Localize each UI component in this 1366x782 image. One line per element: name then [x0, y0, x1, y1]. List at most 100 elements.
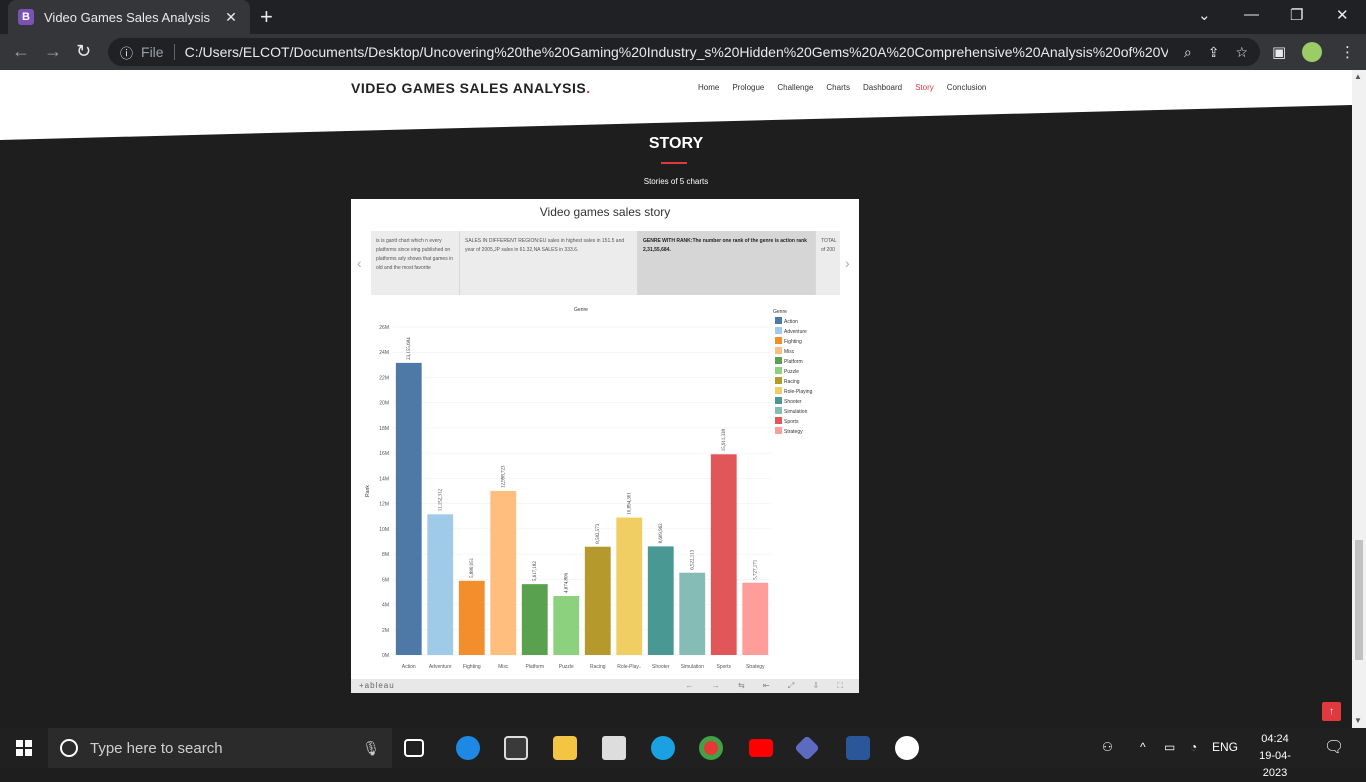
x-tick-label: Racing	[590, 664, 606, 670]
story-prev-icon[interactable]: ‹	[357, 255, 362, 271]
store-icon[interactable]	[504, 736, 528, 760]
clock-time: 04:24	[1261, 733, 1289, 745]
menu-icon[interactable]: ⋮	[1340, 43, 1355, 61]
close-tab-icon[interactable]: ✕	[222, 9, 240, 26]
site-header	[0, 70, 1352, 140]
camera-icon[interactable]	[602, 736, 626, 760]
word-icon[interactable]	[846, 736, 870, 760]
nav-conclusion[interactable]: Conclusion	[947, 83, 987, 92]
scroll-up-icon[interactable]: ▲	[1354, 72, 1362, 81]
y-tick-label: 0M	[382, 653, 389, 659]
app-icon[interactable]	[794, 735, 820, 761]
y-tick-label: 16M	[379, 451, 389, 457]
bar-roleplay	[616, 517, 643, 655]
people-icon[interactable]: ⚇	[1102, 740, 1113, 754]
story-next-icon[interactable]: ›	[845, 255, 850, 271]
legend-item: Racing	[784, 379, 800, 385]
nav-home[interactable]: Home	[698, 83, 719, 92]
y-tick-label: 22M	[379, 375, 389, 381]
x-tick-label: Simulation	[681, 664, 705, 670]
notifications-icon[interactable]: 🗨	[1324, 737, 1344, 757]
edge-legacy-icon[interactable]	[456, 736, 480, 760]
legend-item: Misc	[784, 349, 795, 355]
x-tick-label: Shooter	[652, 664, 670, 670]
chrome-icon[interactable]	[699, 736, 723, 760]
genre-bar-chart: Genre Rank 0M 2M 4M 6M 8M 10M 12M 14M 16M 18M 20M 22M…	[365, 307, 813, 670]
edge-icon[interactable]	[651, 736, 675, 760]
url-text[interactable]: C:/Users/ELCOT/Documents/Desktop/Uncover…	[185, 44, 1168, 60]
file-explorer-icon[interactable]	[553, 736, 577, 760]
back-to-top-icon[interactable]: ↑	[1322, 702, 1341, 721]
search-icon	[60, 739, 78, 757]
tableau-toolbar-icons[interactable]: ← → ⇆ ⇤ ⤢ ⇩ ⛶	[686, 679, 851, 693]
story-point-2[interactable]: SALES IN DIFFERENT REGION:EU sales in hi…	[460, 231, 638, 295]
x-tick-label: Misc	[498, 664, 509, 670]
windows-taskbar: Type here to search 🎙 ⚇ ^ ▭ ◔ ENG 04:24 …	[0, 728, 1366, 779]
search-placeholder: Type here to search	[90, 739, 223, 757]
tableau-logo[interactable]: +ableau	[359, 681, 395, 690]
zoom-icon[interactable]: ⌕	[1184, 44, 1192, 61]
bookmark-star-icon[interactable]: ☆	[1235, 44, 1248, 61]
title-underline	[661, 162, 687, 164]
clock[interactable]: 04:24 19-04-2023	[1250, 731, 1300, 782]
x-tick-label: Platform	[525, 664, 544, 670]
bar-value-label: 4,674,806	[565, 573, 570, 594]
new-tab-icon[interactable]: +	[260, 6, 273, 28]
x-tick-label: Strategy	[746, 664, 765, 670]
wifi-icon[interactable]: ◔	[1190, 740, 1197, 754]
site-nav: Home Prologue Challenge Charts Dashboard…	[698, 83, 986, 92]
tab-title: Video Games Sales Analysis	[44, 9, 210, 25]
bar-shooter	[647, 546, 674, 655]
legend-item: Simulation	[784, 409, 808, 415]
legend-item: Platform	[784, 359, 803, 365]
nav-charts[interactable]: Charts	[826, 83, 850, 92]
x-tick-label: Fighting	[463, 664, 481, 670]
photos-icon[interactable]	[895, 736, 919, 760]
legend-swatch	[775, 367, 782, 374]
nav-dashboard[interactable]: Dashboard	[863, 83, 902, 92]
taskbar-search-box[interactable]: Type here to search 🎙	[48, 728, 392, 768]
back-icon[interactable]: ←	[12, 41, 30, 62]
profile-avatar[interactable]	[1302, 42, 1322, 62]
battery-icon[interactable]: ▭	[1164, 740, 1175, 754]
bar-value-label: 8,582,573	[596, 523, 601, 544]
legend-swatch	[775, 357, 782, 364]
site-title[interactable]: VIDEO GAMES SALES ANALYSIS.	[351, 80, 591, 96]
reload-icon[interactable]: ↻	[76, 41, 91, 62]
story-title: Video games sales story	[539, 205, 671, 219]
tray-chevron-icon[interactable]: ^	[1140, 740, 1146, 754]
scroll-down-icon[interactable]: ▼	[1354, 716, 1362, 725]
language-indicator[interactable]: ENG	[1212, 740, 1238, 754]
story-point-3[interactable]: GENRE WITH RANK:The number one rank of t…	[638, 231, 816, 295]
bar-strategy	[742, 582, 769, 655]
file-label: File	[141, 44, 175, 60]
minimize-icon[interactable]: —	[1244, 6, 1259, 23]
story-point-4[interactable]: TOTAL of 200	[816, 231, 840, 295]
forward-icon[interactable]: →	[44, 41, 62, 62]
y-tick-label: 20M	[379, 401, 389, 407]
side-panel-icon[interactable]: ▣	[1272, 43, 1286, 61]
x-tick-label: Puzzle	[559, 664, 574, 670]
bar-value-label: 6,522,113	[691, 549, 696, 569]
windows-start-icon[interactable]	[16, 740, 32, 756]
y-tick-label: 18M	[379, 426, 389, 432]
youtube-icon[interactable]	[749, 739, 773, 757]
bar-action	[395, 362, 422, 655]
restore-icon[interactable]: ❐	[1290, 6, 1303, 24]
page-scrollbar[interactable]: ▲ ▼	[1352, 70, 1366, 728]
close-window-icon[interactable]: ✕	[1336, 6, 1349, 24]
task-view-icon[interactable]	[404, 739, 424, 757]
info-icon[interactable]: ⓘ	[120, 43, 133, 62]
microphone-icon[interactable]: 🎙	[362, 740, 380, 757]
browser-tab[interactable]: B Video Games Sales Analysis ✕	[8, 0, 250, 34]
story-point-1[interactable]: is is gantt chart which n every platform…	[371, 231, 460, 295]
nav-challenge[interactable]: Challenge	[777, 83, 813, 92]
nav-story[interactable]: Story	[915, 83, 934, 92]
address-bar[interactable]: ⓘ File C:/Users/ELCOT/Documents/Desktop/…	[108, 38, 1260, 66]
scroll-thumb[interactable]	[1355, 540, 1363, 660]
tab-search-chevron-icon[interactable]: ⌄	[1198, 6, 1211, 24]
share-icon[interactable]: ⇪	[1208, 44, 1220, 61]
bar-value-label: 12,998,723	[502, 465, 507, 488]
bar-simulation	[679, 572, 706, 655]
nav-prologue[interactable]: Prologue	[732, 83, 764, 92]
